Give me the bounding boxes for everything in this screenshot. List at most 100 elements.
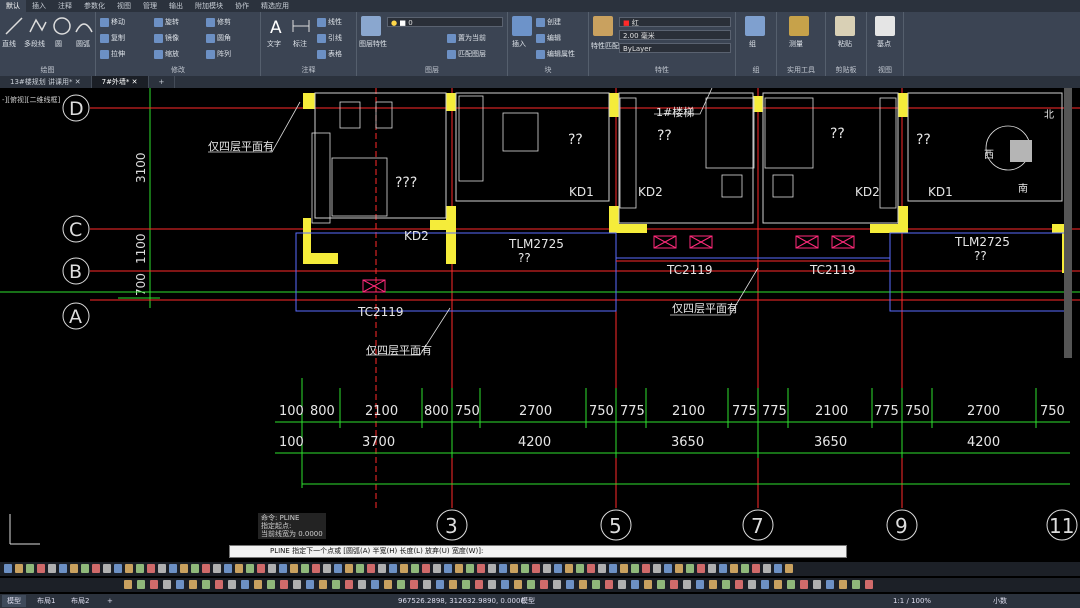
toolbar-tool-icon[interactable] (670, 580, 678, 589)
toolbar-tool-icon[interactable] (136, 564, 144, 573)
layout-tab-model[interactable]: 模型 (2, 595, 26, 607)
array-button[interactable]: 阵列 (206, 49, 231, 59)
edit-attributes-button[interactable]: 编辑属性 (536, 49, 575, 59)
insert-block-icon[interactable] (512, 16, 532, 36)
move-button[interactable]: 移动 (100, 17, 125, 27)
linear-button[interactable]: 线性 (317, 17, 342, 27)
toolbar-tool-icon[interactable] (150, 580, 158, 589)
toolbar-tool-icon[interactable] (839, 580, 847, 589)
stretch-button[interactable]: 拉伸 (100, 49, 125, 59)
drawing-canvas[interactable]: -][俯视][二维线框] D C B A 3100 1100 700 仅四层平面… (0, 88, 1080, 558)
toolbar-tool-icon[interactable] (410, 580, 418, 589)
copy-button[interactable]: 复制 (100, 33, 125, 43)
toolbar-tool-icon[interactable] (631, 564, 639, 573)
toolbar-tool-icon[interactable] (686, 564, 694, 573)
fillet-button[interactable]: 圆角 (206, 33, 231, 43)
measure-icon[interactable] (789, 16, 809, 36)
toolbar-tool-icon[interactable] (752, 564, 760, 573)
toolbar-tool-icon[interactable] (301, 564, 309, 573)
toolbar-tool-icon[interactable] (455, 564, 463, 573)
toolbar-tool-icon[interactable] (125, 564, 133, 573)
toolbar-tool-icon[interactable] (449, 580, 457, 589)
toolbar-tool-icon[interactable] (761, 580, 769, 589)
toolbar-tool-icon[interactable] (312, 564, 320, 573)
mirror-button[interactable]: 镜像 (154, 33, 179, 43)
toolbar-tool-icon[interactable] (189, 580, 197, 589)
ribbon-tab-annotate[interactable]: 注释 (52, 0, 78, 12)
toolbar-tool-icon[interactable] (268, 564, 276, 573)
toolbar-tool-icon[interactable] (48, 564, 56, 573)
toolbar-tool-icon[interactable] (163, 580, 171, 589)
linetype-dropdown[interactable]: ByLayer (619, 43, 731, 53)
toolbar-tool-icon[interactable] (697, 564, 705, 573)
toolbar-tool-icon[interactable] (334, 564, 342, 573)
toolbar-tool-icon[interactable] (4, 564, 12, 573)
annotation-panel-title[interactable]: 注释 (261, 65, 356, 75)
toolbar-tool-icon[interactable] (566, 580, 574, 589)
toolbar-tool-icon[interactable] (708, 564, 716, 573)
toolbar-tool-icon[interactable] (114, 564, 122, 573)
draw-panel-title[interactable]: 绘图 (0, 65, 95, 75)
polyline-button[interactable]: 多段线 (24, 39, 45, 49)
text-button[interactable]: 文字 (267, 39, 281, 49)
toolbar-tool-icon[interactable] (436, 580, 444, 589)
toolbar-tool-icon[interactable] (444, 564, 452, 573)
toolbar-tool-icon[interactable] (598, 564, 606, 573)
toolbar-tool-icon[interactable] (306, 580, 314, 589)
toolbar-tool-icon[interactable] (433, 564, 441, 573)
new-tab-button[interactable]: + (149, 76, 176, 88)
color-dropdown[interactable]: ■ 红 (619, 17, 731, 27)
toolbar-tool-icon[interactable] (290, 564, 298, 573)
group-button[interactable]: 组 (749, 39, 756, 49)
toolbar-tool-icon[interactable] (15, 564, 23, 573)
close-icon[interactable]: ✕ (75, 78, 81, 86)
toolbar-tool-icon[interactable] (241, 580, 249, 589)
clipboard-panel-title[interactable]: 剪贴板 (826, 65, 866, 75)
navigation-cube[interactable] (1010, 140, 1032, 162)
arc-button[interactable]: 圆弧 (76, 39, 90, 49)
toolbar-tool-icon[interactable] (565, 564, 573, 573)
toolbar-tool-icon[interactable] (323, 564, 331, 573)
layer-properties-icon[interactable] (361, 16, 381, 36)
toolbar-tool-icon[interactable] (235, 564, 243, 573)
edit-block-button[interactable]: 编辑 (536, 33, 561, 43)
toolbar-tool-icon[interactable] (785, 564, 793, 573)
toolbar-tool-icon[interactable] (554, 564, 562, 573)
scale-button[interactable]: 缩放 (154, 49, 179, 59)
toolbar-tool-icon[interactable] (730, 564, 738, 573)
toolbar-tool-icon[interactable] (657, 580, 665, 589)
toolbar-tool-icon[interactable] (257, 564, 265, 573)
toolbar-tool-icon[interactable] (587, 564, 595, 573)
toolbar-tool-icon[interactable] (462, 580, 470, 589)
block-panel-title[interactable]: 块 (508, 65, 588, 75)
toolbar-tool-icon[interactable] (224, 564, 232, 573)
toolbar-tool-icon[interactable] (246, 564, 254, 573)
toolbar-tool-icon[interactable] (696, 580, 704, 589)
toolbar-tool-icon[interactable] (675, 564, 683, 573)
layers-panel-title[interactable]: 图层 (357, 65, 507, 75)
toolbar-tool-icon[interactable] (332, 580, 340, 589)
paste-button[interactable]: 粘贴 (838, 39, 852, 49)
add-layout-button[interactable]: + (102, 595, 118, 607)
toolbar-tool-icon[interactable] (763, 564, 771, 573)
leader-button[interactable]: 引线 (317, 33, 342, 43)
close-icon[interactable]: ✕ (132, 78, 138, 86)
toolbar-tool-icon[interactable] (176, 580, 184, 589)
toolbar-tool-icon[interactable] (371, 580, 379, 589)
toolbar-tool-icon[interactable] (384, 580, 392, 589)
measure-button[interactable]: 测量 (789, 39, 803, 49)
properties-panel-title[interactable]: 特性 (589, 65, 735, 75)
toolbar-tool-icon[interactable] (774, 564, 782, 573)
toolbar-tool-icon[interactable] (466, 564, 474, 573)
toolbar-tool-icon[interactable] (683, 580, 691, 589)
toolbar-tool-icon[interactable] (319, 580, 327, 589)
modify-panel-title[interactable]: 修改 (96, 65, 260, 75)
toolbar-tool-icon[interactable] (475, 580, 483, 589)
toolbar-tool-icon[interactable] (345, 564, 353, 573)
circle-icon[interactable] (52, 16, 72, 36)
toolbar-tool-icon[interactable] (774, 580, 782, 589)
toolbar-tool-icon[interactable] (579, 580, 587, 589)
toolbar-tool-icon[interactable] (664, 564, 672, 573)
toolbar-tool-icon[interactable] (642, 564, 650, 573)
dimension-button[interactable]: 标注 (293, 39, 307, 49)
